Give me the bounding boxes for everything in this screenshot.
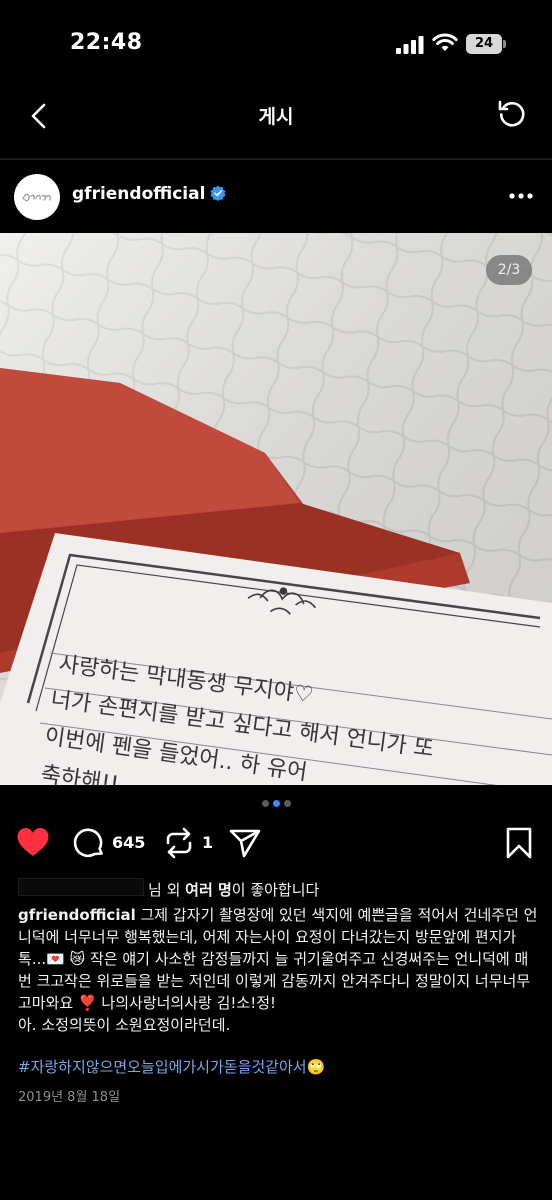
repost-icon[interactable] bbox=[162, 826, 196, 860]
comment-icon[interactable] bbox=[72, 826, 106, 860]
comment-count: 645 bbox=[112, 833, 146, 852]
post-date: 2019년 8월 18일 bbox=[18, 1090, 121, 1105]
likes-text: 님 외 여러 명이 좋아합니다 bbox=[148, 879, 319, 900]
top-nav: 게시 bbox=[0, 90, 552, 158]
caption-second-line: 아. 소정의뜻이 소원요정이라던데. bbox=[18, 1016, 231, 1034]
ellipsis-icon[interactable] bbox=[508, 192, 534, 200]
signal-icon bbox=[396, 36, 424, 54]
likes-others[interactable]: 여러 명 bbox=[185, 881, 232, 899]
bookmark-icon[interactable] bbox=[502, 826, 536, 860]
repost-count: 1 bbox=[202, 833, 214, 852]
carousel-dot bbox=[283, 800, 291, 807]
avatar[interactable] bbox=[14, 174, 60, 220]
status-time: 22:48 bbox=[70, 30, 143, 55]
action-bar: 645 1 bbox=[0, 822, 552, 866]
post-username[interactable]: gfriendofficial bbox=[72, 184, 226, 204]
caption-username[interactable]: gfriendofficial bbox=[18, 906, 136, 924]
wifi-icon bbox=[432, 33, 458, 51]
carousel-dot-active bbox=[272, 800, 280, 807]
post-header: gfriendofficial bbox=[0, 168, 552, 228]
page-title: 게시 bbox=[258, 106, 294, 128]
post-image[interactable]: 사랑하는 막내동생 무지야♡ 너가 손편지를 받고 싶다고 해서 언니가 또 이… bbox=[0, 233, 552, 785]
heart-icon[interactable] bbox=[16, 826, 50, 860]
refresh-icon[interactable] bbox=[496, 98, 528, 130]
carousel-dot bbox=[261, 800, 269, 807]
battery-indicator: 24 bbox=[466, 34, 502, 54]
share-icon[interactable] bbox=[228, 826, 262, 860]
image-counter: 2/3 bbox=[486, 255, 532, 285]
post-caption: gfriendofficial 그제 갑자기 촬영장에 있던 색지에 예쁜글을 … bbox=[18, 904, 538, 1036]
status-bar: 22:48 24 bbox=[0, 0, 552, 90]
battery-tip bbox=[503, 40, 506, 48]
likes-suffix: 이 좋아합니다 bbox=[231, 881, 320, 899]
likes-summary[interactable]: 님 외 여러 명이 좋아합니다 bbox=[18, 878, 538, 902]
logo-icon bbox=[22, 193, 51, 202]
hashtag-link[interactable]: #자랑하지않으면오늘입에가시가돋을것같아서🙄 bbox=[18, 1056, 325, 1077]
letter-photo: 사랑하는 막내동생 무지야♡ 너가 손편지를 받고 싶다고 해서 언니가 또 이… bbox=[0, 233, 552, 785]
nav-divider bbox=[0, 158, 552, 160]
likes-prefix: 님 외 bbox=[148, 881, 186, 899]
redacted-username bbox=[18, 878, 144, 896]
username-text[interactable]: gfriendofficial bbox=[72, 184, 205, 204]
carousel-dots bbox=[0, 800, 552, 807]
verified-badge-icon bbox=[210, 185, 226, 201]
